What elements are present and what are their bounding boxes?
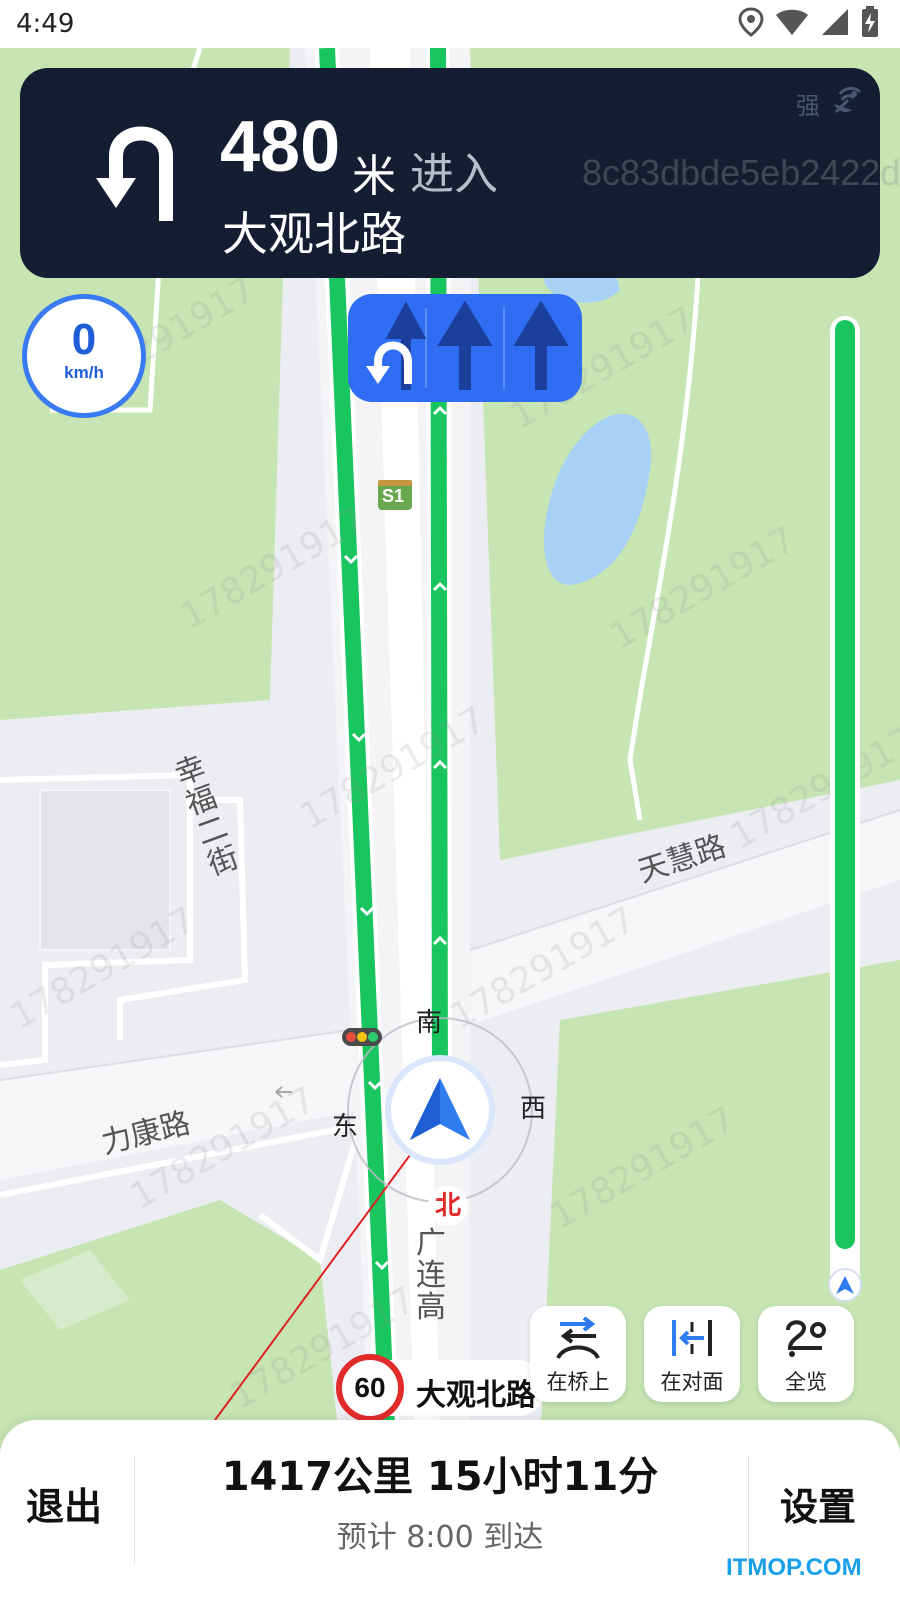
divider [748,1456,749,1564]
overview-button[interactable]: 全览 [758,1306,854,1402]
cellular-signal-icon [822,9,848,35]
turn-distance: 480 [220,107,341,187]
speed-limit-sign: 60 [336,1354,404,1422]
status-bar: 4:49 [0,0,900,48]
exit-navigation-button[interactable]: 退出 [26,1476,102,1531]
status-icons [738,6,880,38]
progress-position-marker [828,1268,862,1302]
road-label-guanglian: 广连高 [416,1226,446,1325]
next-road-name: 大观北路 [222,207,406,261]
route-overview-icon [786,1320,826,1357]
lane-2-straight-icon [437,300,493,390]
opposite-side-icon [672,1320,712,1356]
current-road-name: 大观北路 [416,1378,536,1413]
route-progress-bar [828,316,862,1302]
metro-label: S1 [382,486,405,506]
compass-east-label: 东 [332,1112,359,1142]
trip-summary: 1417公里 15小时11分 [221,1454,659,1500]
route-progress-fill [835,320,855,1249]
status-time: 4:49 [16,9,75,39]
settings-button[interactable]: 设置 [780,1476,856,1531]
current-speed: 0 [71,315,97,364]
estimated-arrival: 预计 8:00 到达 [336,1520,544,1555]
location-icon [738,7,764,37]
gps-signal-icon [834,86,862,114]
trip-info-panel: 退出 1417公里 15小时11分 预计 8:00 到达 设置 ITMOP.CO… [0,1420,900,1600]
compass-north-label: 北 [428,1186,468,1226]
turn-distance-unit: 米 [352,151,396,202]
speed-limit-value: 60 [354,1372,386,1403]
speed-unit: km/h [64,363,104,382]
battery-charging-icon [862,6,878,37]
gps-signal-label: 强 [796,92,820,120]
overview-label: 全览 [785,1370,827,1394]
wifi-icon [776,9,808,35]
overlay-id-text: 8c83dbde5eb2422d [582,152,900,193]
u-turn-icon [96,126,173,221]
bridge-switch-icon [556,1316,600,1360]
on-bridge-label: 在桥上 [546,1370,610,1394]
on-bridge-button[interactable]: 在桥上 [530,1306,626,1402]
turn-action-label: 进入 [410,149,498,200]
lane-arrows [366,300,569,390]
speedometer: 0 km/h [22,294,146,418]
lane-3-straight-icon [513,300,569,390]
navigation-arrow-icon [836,1276,854,1294]
divider [134,1456,135,1564]
opposite-side-button[interactable]: 在对面 [644,1306,740,1402]
compass-south-label: 南 [416,1008,443,1038]
navigation-instruction-banner[interactable]: 480 米 进入 大观北路 8c83dbde5eb2422d 强 [20,68,900,278]
compass-west-label: 西 [520,1094,547,1124]
opposite-side-label: 在对面 [660,1370,724,1394]
site-watermark: ITMOP.COM [726,1554,862,1581]
lane-guidance [348,294,582,402]
